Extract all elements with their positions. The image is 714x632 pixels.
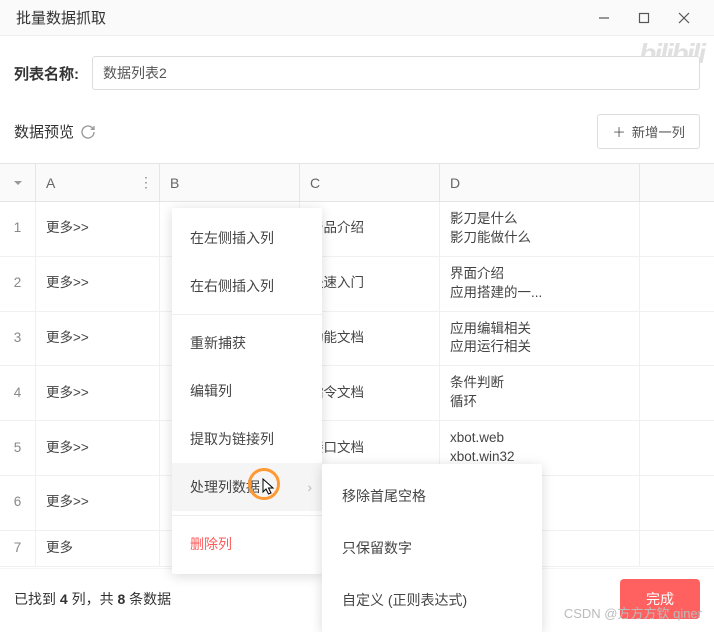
list-name-row: 列表名称: bbox=[0, 36, 714, 104]
add-column-label: 新增一列 bbox=[632, 122, 685, 141]
cell-d[interactable]: 应用编辑相关应用运行相关 bbox=[440, 312, 640, 366]
menu-edit-column[interactable]: 编辑列 bbox=[172, 367, 322, 415]
menu-process-data[interactable]: 处理列数据› bbox=[172, 463, 322, 511]
chevron-down-icon bbox=[13, 178, 23, 188]
menu-insert-left[interactable]: 在左侧插入列 bbox=[172, 214, 322, 262]
table-row: 4 更多>> 指令文档 条件判断循环 bbox=[0, 366, 714, 421]
maximize-button[interactable] bbox=[624, 0, 664, 36]
menu-delete-column[interactable]: 删除列 bbox=[172, 520, 322, 568]
close-button[interactable] bbox=[664, 0, 704, 36]
table-row: 2 更多>> 快速入门 界面介绍应用搭建的一... bbox=[0, 257, 714, 312]
row-number: 3 bbox=[0, 312, 36, 366]
row-number: 4 bbox=[0, 366, 36, 420]
row-number: 5 bbox=[0, 421, 36, 475]
submenu-regex[interactable]: 自定义 (正则表达式) bbox=[322, 574, 542, 626]
cell-a[interactable]: 更多>> bbox=[36, 421, 160, 475]
cell-d[interactable]: 界面介绍应用搭建的一... bbox=[440, 257, 640, 311]
preview-label-text: 数据预览 bbox=[14, 121, 74, 142]
row-number: 7 bbox=[0, 531, 36, 566]
header-col-c[interactable]: C bbox=[300, 164, 440, 201]
cell-a[interactable]: 更多 bbox=[36, 531, 160, 566]
cell-a[interactable]: 更多>> bbox=[36, 476, 160, 530]
row-number: 6 bbox=[0, 476, 36, 530]
list-name-input[interactable] bbox=[92, 56, 700, 90]
menu-recapture[interactable]: 重新捕获 bbox=[172, 319, 322, 367]
menu-insert-right[interactable]: 在右侧插入列 bbox=[172, 262, 322, 310]
add-column-button[interactable]: ＋ 新增一列 bbox=[597, 114, 700, 149]
submenu-keep-digits[interactable]: 只保留数字 bbox=[322, 522, 542, 574]
header-rownum[interactable] bbox=[0, 164, 36, 201]
cell-a[interactable]: 更多>> bbox=[36, 257, 160, 311]
chevron-right-icon: › bbox=[307, 479, 312, 495]
footer-summary: 已找到 4 列，共 8 条数据 bbox=[14, 589, 171, 609]
menu-extract-link[interactable]: 提取为链接列 bbox=[172, 415, 322, 463]
menu-separator bbox=[172, 515, 322, 516]
cell-a[interactable]: 更多>> bbox=[36, 202, 160, 256]
column-menu-icon[interactable]: ⋮ bbox=[139, 174, 153, 191]
header-col-a[interactable]: A⋮ bbox=[36, 164, 160, 201]
row-number: 2 bbox=[0, 257, 36, 311]
row-number: 1 bbox=[0, 202, 36, 256]
header-col-b[interactable]: B bbox=[160, 164, 300, 201]
window-title: 批量数据抓取 bbox=[10, 7, 584, 28]
header-col-d[interactable]: D bbox=[440, 164, 640, 201]
menu-separator bbox=[172, 314, 322, 315]
header-scroll-gutter bbox=[640, 164, 714, 201]
table-row: 1 更多>> 产品介绍 影刀是什么影刀能做什么 bbox=[0, 202, 714, 257]
preview-bar: 数据预览 ＋ 新增一列 bbox=[0, 104, 714, 163]
preview-label: 数据预览 bbox=[14, 121, 96, 142]
cell-d[interactable]: 条件判断循环 bbox=[440, 366, 640, 420]
minimize-button[interactable] bbox=[584, 0, 624, 36]
grid-header: A⋮ B C D bbox=[0, 164, 714, 202]
list-name-label: 列表名称: bbox=[14, 63, 92, 84]
submenu-trim[interactable]: 移除首尾空格 bbox=[322, 470, 542, 522]
refresh-icon[interactable] bbox=[80, 124, 96, 140]
titlebar: 批量数据抓取 bbox=[0, 0, 714, 36]
process-data-submenu: 移除首尾空格 只保留数字 自定义 (正则表达式) bbox=[322, 464, 542, 632]
column-context-menu: 在左侧插入列 在右侧插入列 重新捕获 编辑列 提取为链接列 处理列数据› 删除列 bbox=[172, 208, 322, 574]
cell-a[interactable]: 更多>> bbox=[36, 312, 160, 366]
cell-a[interactable]: 更多>> bbox=[36, 366, 160, 420]
csdn-watermark: CSDN @方方方钦 qiner bbox=[564, 603, 702, 622]
plus-icon: ＋ bbox=[612, 122, 625, 141]
table-row: 3 更多>> 功能文档 应用编辑相关应用运行相关 bbox=[0, 312, 714, 367]
cell-d[interactable]: 影刀是什么影刀能做什么 bbox=[440, 202, 640, 256]
